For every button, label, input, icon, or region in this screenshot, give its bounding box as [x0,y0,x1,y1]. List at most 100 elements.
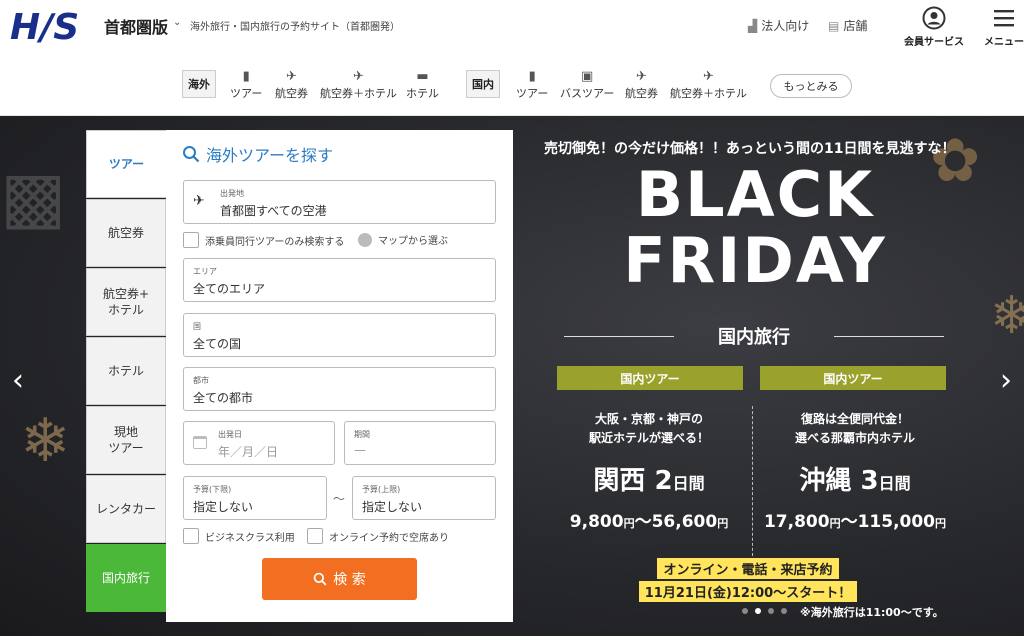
nav-overseas-flight-hotel[interactable]: ✈ 航空券＋ホテル [320,69,397,101]
city-select[interactable]: 都市 全ての都市 [183,367,496,411]
bus-icon: ▣ [581,69,594,84]
escort-only-checkbox[interactable]: 添乗員同行ツアーのみ検索する [183,232,344,248]
dest-name: 沖縄 [799,466,852,496]
area-select[interactable]: エリア 全てのエリア [183,258,496,302]
area-label: エリア [193,267,217,276]
promo-kansai[interactable]: 大阪・京都・神戸の 駅近ホテルが選べる！ 関西 2日間 9,800円〜56,60… [554,410,744,532]
stores-link-label: 店舗 [843,19,868,33]
store-icon: ▤ [828,18,840,33]
promo-price: 17,800円〜115,000円 [760,507,950,532]
budget-min-label: 予算(下限) [193,485,232,494]
promo-tag-right: 国内ツアー [760,366,946,390]
hero-carousel: ❄ ❄ ✿ ▩ ‹ › ツアー 航空券 航空券+ ホテル ホテル 現地 ツアー … [0,116,1024,636]
carousel-dot-active[interactable] [755,608,761,614]
member-service-button[interactable]: 会員サービス [902,6,966,48]
yen-unit: 円 [829,517,841,530]
search-button[interactable]: 検 索 [262,558,417,600]
more-button[interactable]: もっとみる [770,74,852,98]
price-tilde: 〜 [840,512,858,532]
dest-days: 3 [860,466,879,496]
promo-desc-2: 選べる那覇市内ホテル [794,431,915,445]
tab-tour[interactable]: ツアー [86,130,166,198]
nav-domestic-bus-tour[interactable]: ▣ バスツアー [560,69,614,101]
budget-min-value: 指定しない [193,500,254,514]
dest-days: 2 [654,466,673,496]
dest-name: 関西 [593,466,646,496]
suitcase-icon: ▮ [528,69,536,84]
price-from: 17,800 [763,512,830,532]
carousel-dot[interactable] [768,608,774,614]
menu-button[interactable]: メニュー [982,6,1024,48]
price-tilde: 〜 [634,512,652,532]
departure-date-field[interactable]: 出発日 年／月／日 [183,421,335,465]
corporate-link[interactable]: ▟ 法人向け [748,17,809,34]
yen-unit: 円 [935,517,947,530]
online-availability-checkbox[interactable]: オンライン予約で空席あり [307,528,449,544]
nav-label: バスツアー [560,87,615,100]
budget-max-select[interactable]: 予算(上限) 指定しない [352,476,496,520]
nav-overseas-flight[interactable]: ✈ 航空券 [275,69,308,101]
stores-link[interactable]: ▤ 店舗 [828,17,867,34]
period-select[interactable]: 期間 — [344,421,496,465]
price-to: 56,600 [651,512,718,532]
tab-flight[interactable]: 航空券 [86,199,166,267]
map-select-label: マップから選ぶ [378,236,448,247]
plane-hotel-icon: ✈ [353,69,364,84]
snowflake-ornament: ❄ [990,286,1024,346]
black-friday-title[interactable]: BLACK FRIDAY [580,162,930,294]
checkbox-box[interactable] [183,232,199,248]
carousel-dot[interactable] [781,608,787,614]
nav-overseas-tour[interactable]: ▮ ツアー [230,69,262,101]
nav-label: ホテル [406,87,439,100]
user-circle-icon [922,6,946,30]
plane-icon: ✈ [636,69,647,84]
country-select[interactable]: 国 全ての国 [183,313,496,357]
nav-overseas-hotel[interactable]: ▬ ホテル [406,69,439,101]
chevron-down-icon[interactable]: ⌄ [173,17,181,28]
business-class-label: ビジネスクラス利用 [205,532,295,544]
corporate-link-label: 法人向け [761,19,810,33]
price-from: 9,800 [569,512,624,532]
budget-min-select[interactable]: 予算(下限) 指定しない [183,476,327,520]
title-line-2: FRIDAY [623,224,887,297]
nav-label: 航空券＋ホテル [320,87,397,100]
departure-field[interactable]: ✈ 出発地 首都圏すべての空港 [183,180,496,224]
tab-flight-hotel[interactable]: 航空券+ ホテル [86,268,166,336]
chevron-left-icon[interactable]: ‹ [12,366,24,396]
nav-label: ツアー [516,87,549,100]
price-to: 115,000 [857,512,936,532]
nav-domestic-flight[interactable]: ✈ 航空券 [625,69,658,101]
tab-rental-car[interactable]: レンタカー [86,475,166,543]
region-label[interactable]: 首都圏版 [104,14,168,38]
nav-domestic-flight-hotel[interactable]: ✈ 航空券＋ホテル [670,69,747,101]
bed-icon: ▬ [416,69,429,84]
tab-domestic[interactable]: 国内旅行 [86,544,166,612]
banner-line-2: 11月21日(金)12:00〜スタート！ [638,581,858,602]
overseas-start-note: ※海外旅行は11:00〜です。 [800,606,944,619]
promo-desc-2: 駅近ホテルが選べる！ [588,431,709,445]
business-class-checkbox[interactable]: ビジネスクラス利用 [183,528,295,544]
budget-max-label: 予算(上限) [362,485,401,494]
building-icon: ▟ [748,18,758,33]
checkbox-box[interactable] [183,528,199,544]
tab-local-tour[interactable]: 現地 ツアー [86,406,166,474]
tab-hotel[interactable]: ホテル [86,337,166,405]
chevron-right-icon[interactable]: › [1000,366,1012,396]
his-logo[interactable]: H/S [10,6,94,46]
carousel-dot[interactable] [742,608,748,614]
date-label: 出発日 [218,430,242,439]
dest-days-unit: 日間 [878,474,911,493]
period-placeholder: — [354,443,366,457]
title-line-1: BLACK [635,158,875,231]
promo-divider [752,406,753,556]
checkbox-box[interactable] [307,528,323,544]
site-tagline: 海外旅行・国内旅行の予約サイト（首都圏発） [190,22,400,33]
snowflake-ornament: ❄ [20,406,71,476]
map-select-link[interactable]: マップから選ぶ [358,232,448,247]
escort-only-label: 添乗員同行ツアーのみ検索する [205,236,345,248]
plane-hotel-icon: ✈ [703,69,714,84]
yen-unit: 円 [717,517,729,530]
nav-domestic-tour[interactable]: ▮ ツアー [516,69,548,101]
promo-okinawa[interactable]: 復路は全便同代金！ 選べる那覇市内ホテル 沖縄 3日間 17,800円〜115,… [760,410,950,532]
calendar-icon [193,436,207,449]
